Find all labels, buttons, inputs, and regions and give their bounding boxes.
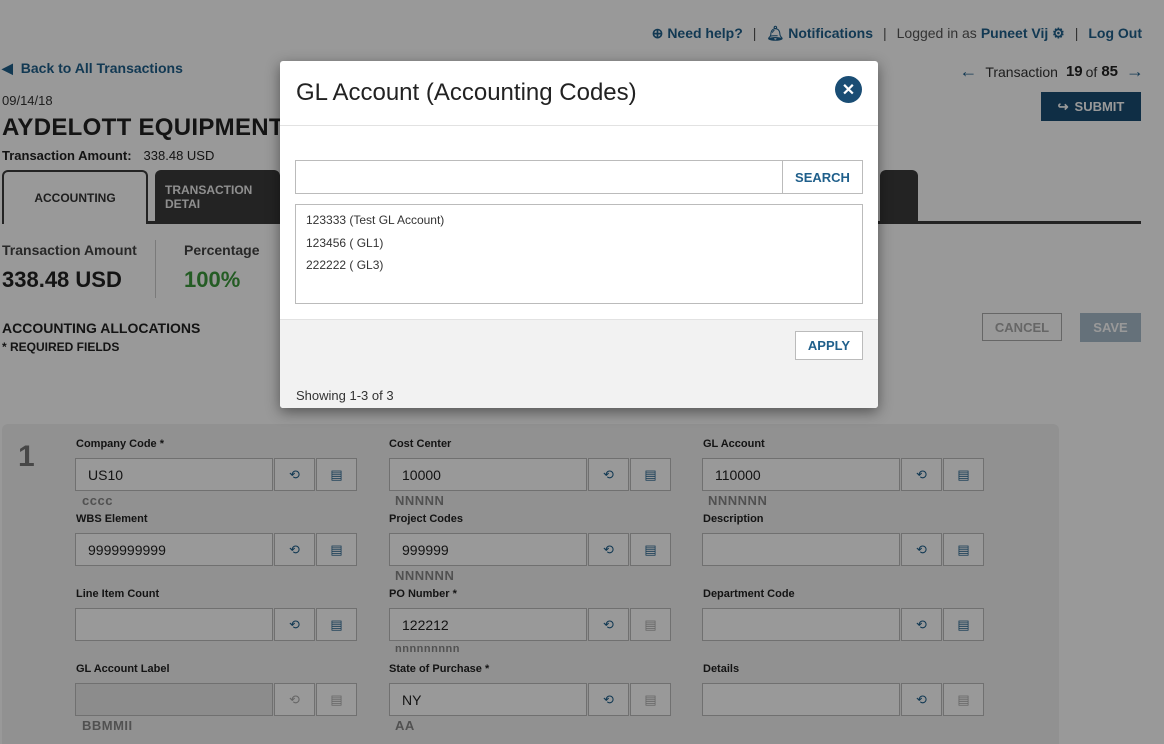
gl-account-modal: GL Account (Accounting Codes) ✕ SEARCH 1… <box>280 61 878 408</box>
modal-search-input[interactable] <box>295 160 783 194</box>
close-icon[interactable]: ✕ <box>835 76 862 103</box>
modal-title: GL Account (Accounting Codes) <box>296 79 637 106</box>
results-count: Showing 1-3 of 3 <box>296 388 394 403</box>
modal-divider <box>280 125 878 126</box>
list-item[interactable]: 123456 ( GL1) <box>306 232 852 255</box>
modal-search-button[interactable]: SEARCH <box>782 160 863 194</box>
apply-button[interactable]: APPLY <box>795 331 863 360</box>
modal-footer: APPLY Showing 1-3 of 3 <box>280 319 878 408</box>
list-item[interactable]: 222222 ( GL3) <box>306 254 852 277</box>
gl-account-list: 123333 (Test GL Account) 123456 ( GL1) 2… <box>295 204 863 304</box>
list-item[interactable]: 123333 (Test GL Account) <box>306 209 852 232</box>
